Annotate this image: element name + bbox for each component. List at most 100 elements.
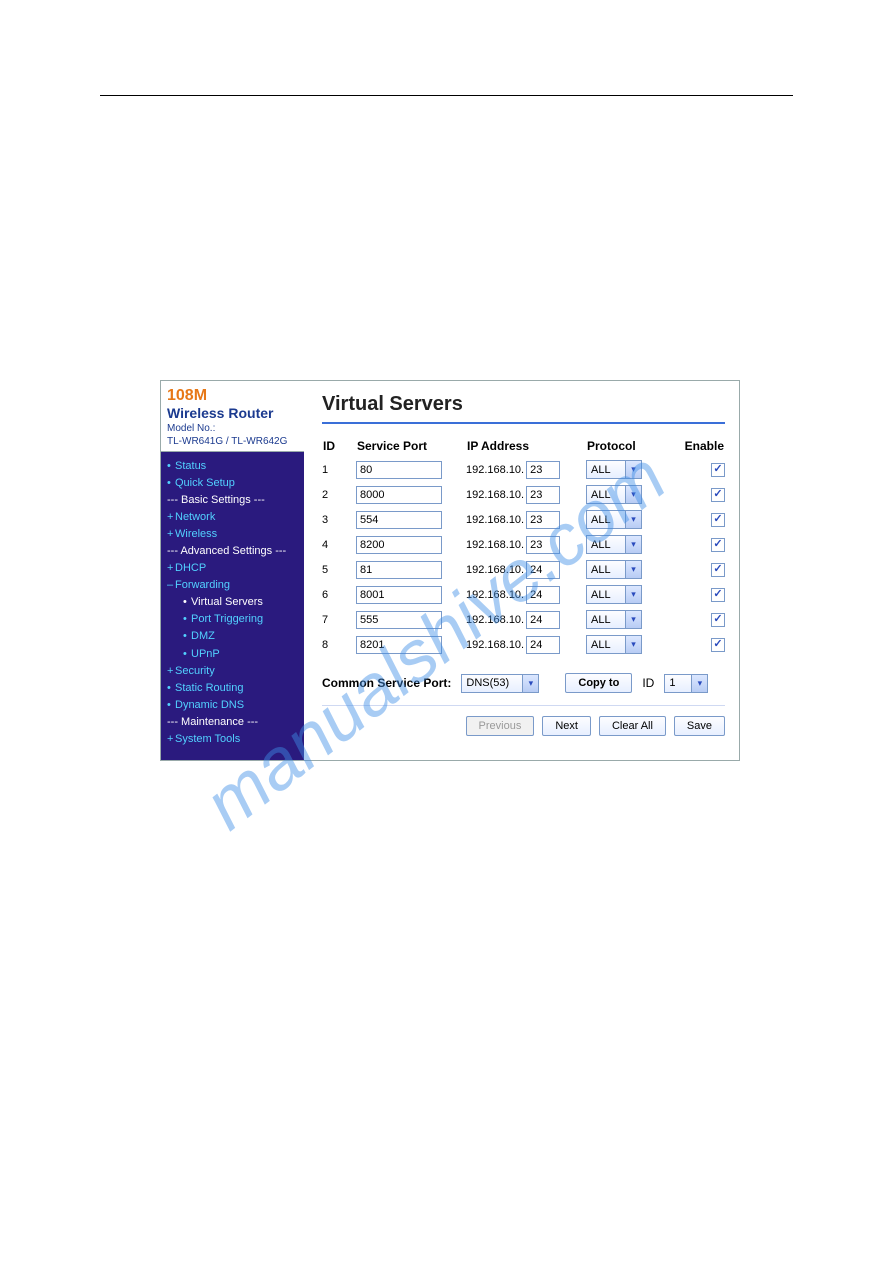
common-service-label: Common Service Port:: [322, 676, 451, 690]
nav-system-tools[interactable]: +System Tools: [167, 731, 300, 748]
nav-advanced-header: --- Advanced Settings ---: [167, 543, 300, 560]
nav-quick-setup[interactable]: •Quick Setup: [167, 475, 300, 492]
common-service-row: Common Service Port: DNS(53) ▾ Copy to I…: [322, 673, 725, 693]
content-pane: Virtual Servers ID Service Port IP Addre…: [304, 381, 739, 760]
row-id: 3: [322, 509, 356, 530]
chevron-down-icon: ▾: [691, 675, 707, 692]
protocol-select[interactable]: ALL▾: [586, 485, 642, 504]
copy-id-select[interactable]: 1 ▾: [664, 674, 708, 693]
chevron-down-icon: ▾: [522, 675, 538, 692]
table-row: 1192.168.10.ALL▾✓: [322, 459, 725, 480]
th-ip: IP Address: [466, 438, 586, 455]
protocol-select[interactable]: ALL▾: [586, 535, 642, 554]
chevron-down-icon: ▾: [625, 611, 641, 628]
brand-tag: 108M: [167, 387, 298, 405]
nav-forwarding[interactable]: –Forwarding: [167, 577, 300, 594]
service-port-input[interactable]: [356, 486, 442, 504]
protocol-select[interactable]: ALL▾: [586, 510, 642, 529]
nav-port-triggering[interactable]: •Port Triggering: [167, 611, 300, 628]
nav-status[interactable]: •Status: [167, 458, 300, 475]
enable-checkbox[interactable]: ✓: [711, 563, 725, 577]
protocol-value: ALL: [591, 589, 611, 601]
enable-checkbox[interactable]: ✓: [711, 638, 725, 652]
previous-button: Previous: [466, 716, 535, 736]
protocol-value: ALL: [591, 564, 611, 576]
title-rule: [322, 422, 725, 424]
service-port-input[interactable]: [356, 611, 442, 629]
ip-prefix: 192.168.10.: [466, 614, 524, 626]
service-port-input[interactable]: [356, 511, 442, 529]
ip-suffix-input[interactable]: [526, 586, 560, 604]
ip-prefix: 192.168.10.: [466, 464, 524, 476]
nav-dhcp[interactable]: +DHCP: [167, 560, 300, 577]
clear-all-button[interactable]: Clear All: [599, 716, 666, 736]
router-admin-window: 108M Wireless Router Model No.: TL-WR641…: [160, 380, 740, 761]
ip-prefix: 192.168.10.: [466, 489, 524, 501]
id-label: ID: [642, 676, 654, 690]
ip-suffix-input[interactable]: [526, 536, 560, 554]
enable-checkbox[interactable]: ✓: [711, 463, 725, 477]
common-service-select[interactable]: DNS(53) ▾: [461, 674, 539, 693]
row-id: 5: [322, 559, 356, 580]
brand-block: 108M Wireless Router Model No.: TL-WR641…: [161, 381, 304, 452]
ip-suffix-input[interactable]: [526, 611, 560, 629]
nav: •Status •Quick Setup --- Basic Settings …: [161, 452, 304, 760]
table-row: 6192.168.10.ALL▾✓: [322, 584, 725, 605]
service-port-input[interactable]: [356, 461, 442, 479]
table-row: 7 192.168.10. ALL▾ ✓: [322, 609, 725, 630]
page-title: Virtual Servers: [322, 393, 725, 416]
ip-suffix-input[interactable]: [526, 636, 560, 654]
enable-checkbox[interactable]: ✓: [711, 488, 725, 502]
row-id: 7: [322, 609, 356, 630]
service-port-input[interactable]: [356, 636, 442, 654]
next-button[interactable]: Next: [542, 716, 591, 736]
enable-checkbox[interactable]: ✓: [711, 513, 725, 527]
enable-checkbox[interactable]: ✓: [711, 613, 725, 627]
row-id: 2: [322, 484, 356, 505]
service-port-input[interactable]: [356, 561, 442, 579]
chevron-down-icon: ▾: [625, 586, 641, 603]
protocol-select[interactable]: ALL▾: [586, 560, 642, 579]
service-port-input[interactable]: [356, 586, 442, 604]
save-button[interactable]: Save: [674, 716, 725, 736]
protocol-select[interactable]: ALL▾: [586, 635, 642, 654]
brand-model-label: Model No.:: [167, 423, 298, 434]
nav-wireless[interactable]: +Wireless: [167, 526, 300, 543]
nav-virtual-servers[interactable]: •Virtual Servers: [167, 594, 300, 611]
footer-rule: [322, 705, 725, 706]
ip-suffix-input[interactable]: [526, 461, 560, 479]
ip-prefix: 192.168.10.: [466, 589, 524, 601]
nav-security[interactable]: +Security: [167, 663, 300, 680]
nav-maintenance-header: --- Maintenance ---: [167, 714, 300, 731]
common-service-value: DNS(53): [466, 677, 509, 689]
chevron-down-icon: ▾: [625, 511, 641, 528]
protocol-select[interactable]: ALL ▾: [586, 585, 642, 604]
nav-upnp[interactable]: •UPnP: [167, 646, 300, 663]
nav-static-routing[interactable]: •Static Routing: [167, 680, 300, 697]
nav-network[interactable]: +Network: [167, 509, 300, 526]
protocol-select[interactable]: ALL▾: [586, 460, 642, 479]
enable-checkbox[interactable]: ✓: [711, 588, 725, 602]
ip-suffix-input[interactable]: [526, 511, 560, 529]
copy-id-value: 1: [669, 677, 675, 689]
enable-checkbox[interactable]: ✓: [711, 538, 725, 552]
ip-suffix-input[interactable]: [526, 486, 560, 504]
virtual-servers-table: ID Service Port IP Address Protocol Enab…: [322, 434, 725, 659]
row-id: 8: [322, 634, 356, 655]
service-port-input[interactable]: [356, 536, 442, 554]
table-row: 4192.168.10.ALL▾✓: [322, 534, 725, 555]
nav-basic-header: --- Basic Settings ---: [167, 492, 300, 509]
protocol-select[interactable]: ALL▾: [586, 610, 642, 629]
brand-model: TL-WR641G / TL-WR642G: [167, 436, 298, 447]
table-row: 5192.168.10.ALL▾✓: [322, 559, 725, 580]
nav-dmz[interactable]: •DMZ: [167, 628, 300, 645]
ip-suffix-input[interactable]: [526, 561, 560, 579]
row-id: 4: [322, 534, 356, 555]
copy-to-button[interactable]: Copy to: [565, 673, 632, 693]
sidebar: 108M Wireless Router Model No.: TL-WR641…: [161, 381, 304, 760]
nav-dynamic-dns[interactable]: •Dynamic DNS: [167, 697, 300, 714]
table-row: 3 192.168.10. ALL▾ ✓: [322, 509, 725, 530]
ip-prefix: 192.168.10.: [466, 639, 524, 651]
ip-prefix: 192.168.10.: [466, 514, 524, 526]
table-row: 8 192.168.10. ALL▾ ✓: [322, 634, 725, 655]
